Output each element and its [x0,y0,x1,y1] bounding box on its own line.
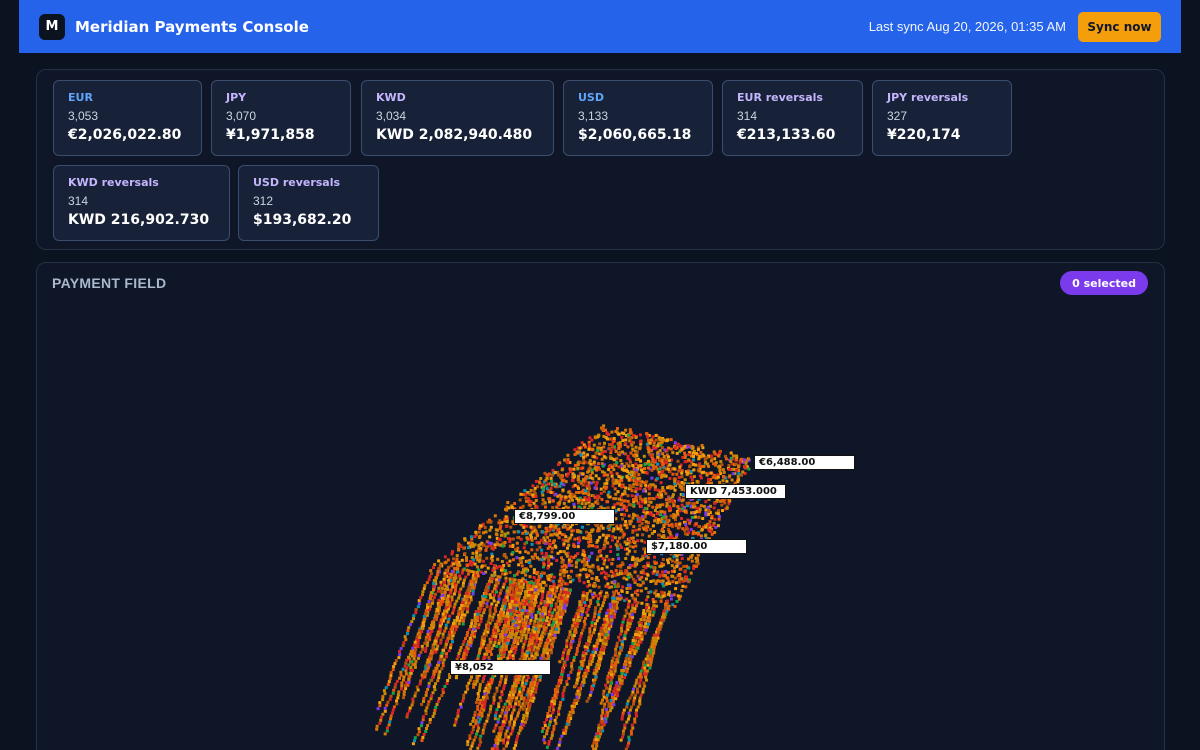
card-label: KWD [376,91,406,104]
card-label: USD reversals [253,176,341,189]
app-title: Meridian Payments Console [75,17,309,36]
card-count: 3,133 [578,109,609,123]
particle-field [375,424,751,750]
card-label: EUR [68,91,93,104]
card-count: 3,053 [68,109,99,123]
last-sync-text: Last sync Aug 20, 2026, 01:35 AM [868,19,1066,34]
card-total: ¥220,174 [887,127,961,143]
summary-card-jpy[interactable]: JPY 3,070 ¥1,971,858 [211,80,351,156]
summary-card-usd-reversals[interactable]: USD reversals 312 $193,682.20 [238,165,379,241]
card-label: JPY [226,91,247,104]
card-count: 314 [737,109,758,123]
payment-tag[interactable]: ¥8,052 [450,660,551,675]
payment-tag[interactable]: €8,799.00 [514,509,615,524]
card-label: KWD reversals [68,176,159,189]
sync-now-button[interactable]: Sync now [1078,11,1161,42]
card-total: €2,026,022.80 [68,127,182,143]
payment-tag[interactable]: KWD 7,453.000 [685,484,786,499]
payment-tag[interactable]: $7,180.00 [646,539,747,554]
top-bar: M Meridian Payments Console Last sync Au… [19,0,1181,53]
selected-count-badge: 0 selected [1060,271,1148,295]
card-total: KWD 216,902.730 [68,212,210,228]
card-count: 314 [68,194,89,208]
card-label: JPY reversals [887,91,969,104]
summary-panel: EUR 3,053 €2,026,022.80 JPY 3,070 ¥1,971… [36,69,1165,250]
summary-card-kwd-reversals[interactable]: KWD reversals 314 KWD 216,902.730 [53,165,230,241]
app-logo: M [39,13,65,40]
summary-card-jpy-reversals[interactable]: JPY reversals 327 ¥220,174 [872,80,1012,156]
card-count: 3,034 [376,109,407,123]
card-label: EUR reversals [737,91,823,104]
summary-card-usd[interactable]: USD 3,133 $2,060,665.18 [563,80,713,156]
card-count: 327 [887,109,908,123]
summary-card-eur[interactable]: EUR 3,053 €2,026,022.80 [53,80,202,156]
card-total: ¥1,971,858 [226,127,315,143]
card-total: €213,133.60 [737,127,836,143]
summary-card-kwd[interactable]: KWD 3,034 KWD 2,082,940.480 [361,80,554,156]
payment-field-canvas[interactable] [37,263,1165,750]
card-total: $2,060,665.18 [578,127,692,143]
summary-card-eur-reversals[interactable]: EUR reversals 314 €213,133.60 [722,80,863,156]
payment-field-panel: PAYMENT FIELD 0 selected €6,488.00 KWD 7… [36,262,1165,750]
card-total: KWD 2,082,940.480 [376,127,533,143]
payment-tag[interactable]: €6,488.00 [754,455,855,470]
card-count: 3,070 [226,109,257,123]
payment-field-title: PAYMENT FIELD [52,275,167,291]
card-label: USD [578,91,604,104]
card-count: 312 [253,194,274,208]
card-total: $193,682.20 [253,212,352,228]
